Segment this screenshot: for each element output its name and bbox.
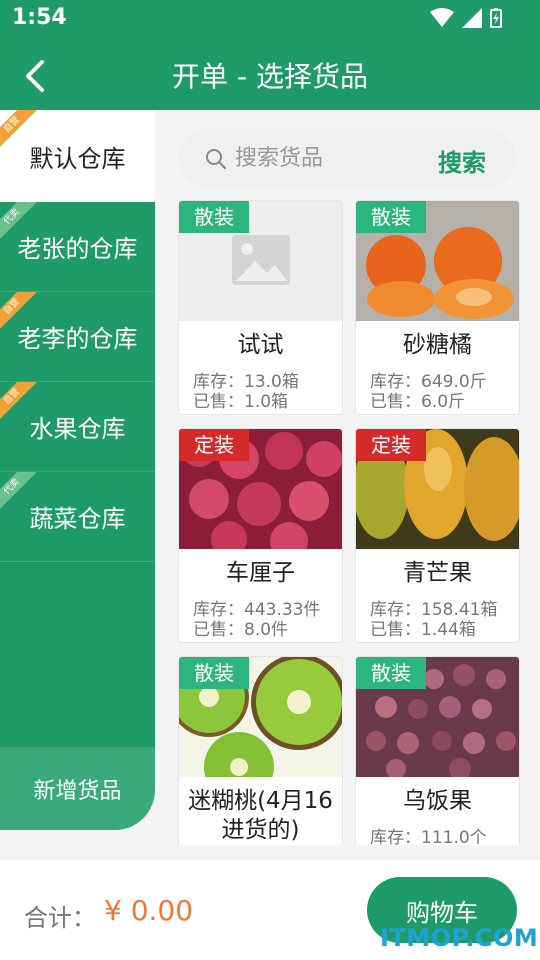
sidebar-background bbox=[0, 562, 155, 747]
search-button[interactable]: 搜索 bbox=[438, 143, 486, 178]
product-sold: 已售：1.0箱 bbox=[193, 392, 289, 412]
sidebar-item-label: 蔬菜仓库 bbox=[29, 505, 126, 533]
product-card[interactable]: 散装 试试 库存：13.0箱 已售：1.0箱 bbox=[178, 200, 343, 415]
signal-icon bbox=[462, 8, 482, 28]
product-stock: 库存：111.0个 bbox=[370, 828, 487, 845]
search-input[interactable] bbox=[235, 142, 425, 174]
status-bar: 1:54 bbox=[0, 0, 540, 38]
sidebar-item-vegetable-warehouse[interactable]: 代卖 蔬菜仓库 bbox=[0, 472, 155, 562]
total-value: ¥ 0.00 bbox=[104, 894, 194, 927]
bulk-tag: 散装 bbox=[179, 657, 249, 689]
product-sold: 已售：1.44箱 bbox=[370, 620, 476, 640]
product-name: 青芒果 bbox=[403, 560, 472, 586]
warehouse-sidebar: 自营 默认仓库 代卖 老张的仓库 自营 老李的仓库 自营 水果仓库 代卖 蔬菜仓… bbox=[0, 110, 155, 830]
wifi-icon bbox=[430, 8, 454, 27]
sidebar-item-label: 水果仓库 bbox=[29, 415, 126, 443]
product-name: 迷糊桃(4月16进货的) bbox=[188, 788, 333, 843]
sidebar-item-label: 老张的仓库 bbox=[17, 235, 138, 263]
bulk-tag: 散装 bbox=[179, 201, 249, 233]
product-sold: 已售：8.0件 bbox=[193, 620, 289, 640]
watermark: ITMOP.COM bbox=[380, 924, 539, 952]
total-label: 合计： bbox=[24, 904, 96, 932]
status-icons bbox=[430, 8, 502, 28]
app-bar: 开单 - 选择货品 bbox=[0, 38, 540, 110]
sidebar-item-label: 默认仓库 bbox=[29, 144, 126, 173]
product-card[interactable]: 散装 迷糊桃(4月16进货的) bbox=[178, 656, 343, 845]
product-card[interactable]: 定装 车厘子 库存：443.33件 已售：8.0件 bbox=[178, 428, 343, 643]
search-icon bbox=[206, 149, 226, 169]
product-name: 试试 bbox=[237, 332, 284, 358]
product-sold: 已售：6.0斤 bbox=[370, 392, 466, 412]
product-card[interactable]: 散装 砂糖橘 库存：649.0斤 已售：6.0斤 bbox=[355, 200, 520, 415]
product-name: 砂糖橘 bbox=[403, 332, 472, 358]
battery-icon bbox=[490, 8, 502, 28]
sidebar-item-label: 老李的仓库 bbox=[17, 325, 138, 353]
product-name: 车厘子 bbox=[226, 560, 295, 586]
sidebar-item-li-warehouse[interactable]: 自营 老李的仓库 bbox=[0, 292, 155, 382]
product-card[interactable]: 定装 青芒果 库存：158.41箱 已售：1.44箱 bbox=[355, 428, 520, 643]
search-bar: 搜索 bbox=[179, 128, 516, 188]
fixed-pack-tag: 定装 bbox=[179, 429, 249, 461]
page-title: 开单 - 选择货品 bbox=[172, 60, 368, 93]
sidebar-item-fruit-warehouse[interactable]: 自营 水果仓库 bbox=[0, 382, 155, 472]
bulk-tag: 散装 bbox=[356, 657, 426, 689]
sidebar-item-default-warehouse[interactable]: 自营 默认仓库 bbox=[0, 110, 155, 202]
fixed-pack-tag: 定装 bbox=[356, 429, 426, 461]
product-name: 乌饭果 bbox=[403, 788, 472, 814]
status-time: 1:54 bbox=[12, 5, 67, 30]
add-product-button[interactable]: 新增货品 bbox=[0, 747, 155, 830]
bulk-tag: 散装 bbox=[356, 201, 426, 233]
product-card[interactable]: 散装 乌饭果 库存：111.0个 bbox=[355, 656, 520, 845]
product-grid: 散装 试试 库存：13.0箱 已售：1.0箱 散装 砂糖橘 库存：649.0斤 … bbox=[178, 200, 523, 845]
sidebar-item-zhang-warehouse[interactable]: 代卖 老张的仓库 bbox=[0, 202, 155, 292]
